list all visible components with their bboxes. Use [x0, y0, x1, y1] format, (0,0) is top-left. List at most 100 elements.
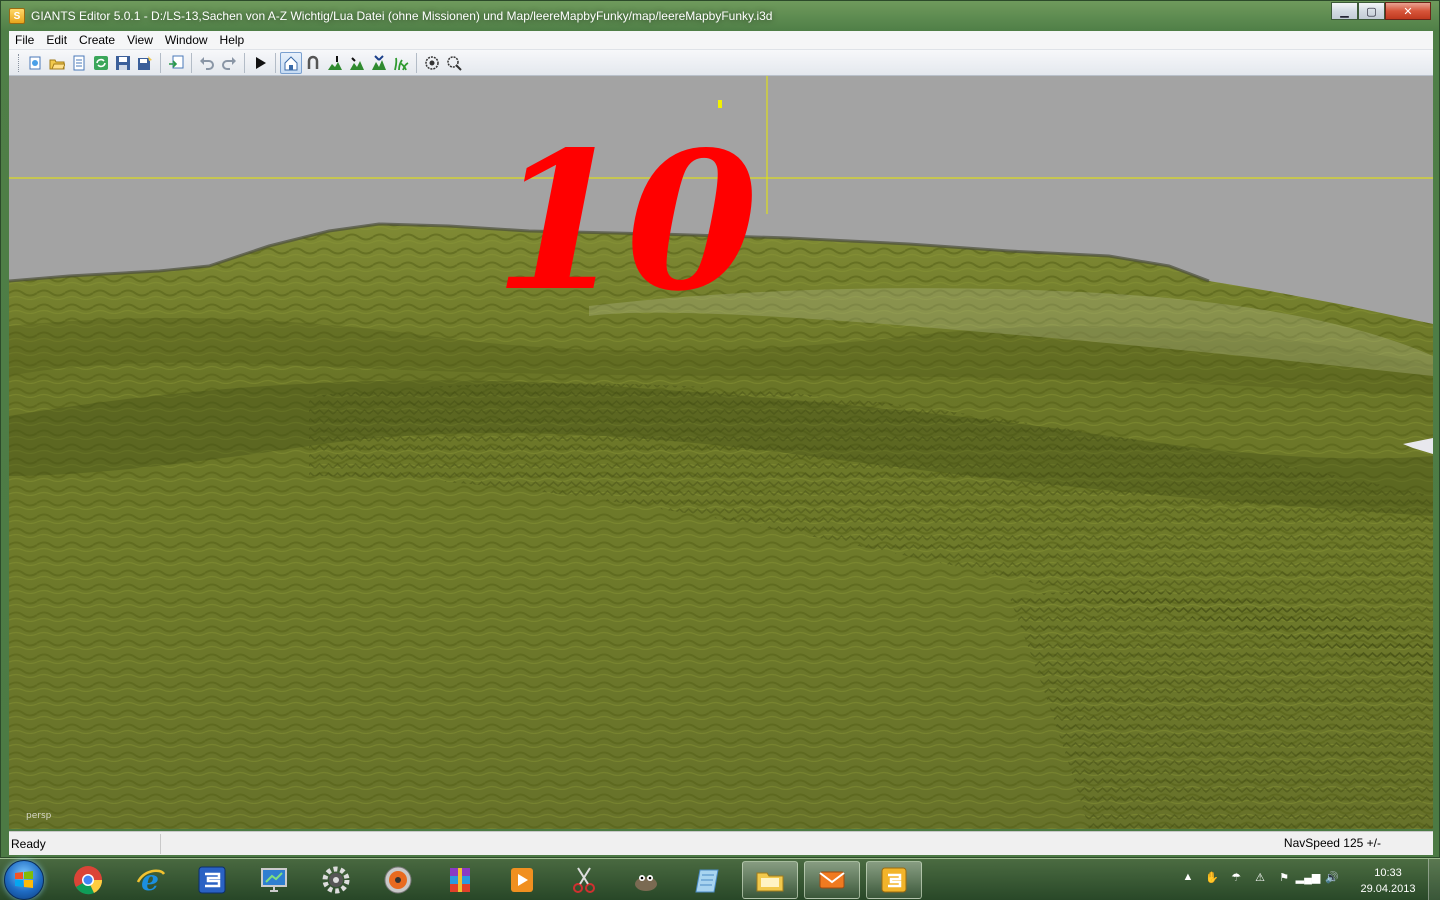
grass-paint-button[interactable]	[390, 52, 412, 74]
ie-taskbar-button[interactable]: e	[122, 861, 178, 899]
play-button[interactable]	[249, 52, 271, 74]
save-as-button[interactable]	[134, 52, 156, 74]
redo-button[interactable]	[218, 52, 240, 74]
foliage-button[interactable]	[368, 52, 390, 74]
new-scene-icon	[29, 56, 41, 69]
snipping-taskbar-button[interactable]	[556, 861, 612, 899]
undo-button[interactable]	[196, 52, 218, 74]
redo-icon	[222, 56, 236, 70]
monitor-icon	[261, 868, 287, 892]
toolbar-separator	[244, 52, 245, 73]
menu-edit[interactable]: Edit	[40, 33, 73, 47]
maximize-button[interactable]: ▢	[1358, 2, 1385, 20]
clock-date: 29.04.2013	[1360, 883, 1416, 895]
window-controls: ▁ ▢ ✕	[1331, 2, 1431, 20]
mail-taskbar-button[interactable]	[804, 861, 860, 899]
overlay-number-shadow: 10	[494, 110, 758, 333]
save-button[interactable]	[112, 52, 134, 74]
svg-text:e: e	[141, 864, 159, 896]
select-all-icon	[447, 55, 462, 71]
toolbar-separator	[275, 52, 276, 73]
reload-button[interactable]	[90, 52, 112, 74]
giants-editor-icon	[881, 867, 907, 893]
giants-editor-taskbar-button[interactable]	[866, 861, 922, 899]
menu-help[interactable]: Help	[214, 33, 251, 47]
toolbar	[9, 50, 1433, 76]
network-signal-icon[interactable]: ▂▄▆	[1296, 869, 1321, 885]
winrar-taskbar-button[interactable]	[432, 861, 488, 899]
internet-explorer-icon: e	[136, 864, 166, 896]
start-button[interactable]	[4, 860, 44, 900]
camera-label: persp	[26, 811, 52, 821]
magnet-button[interactable]	[302, 52, 324, 74]
toolbar-separator	[416, 52, 417, 73]
editor-window: S GIANTS Editor 5.0.1 - D:/LS-13,Sachen …	[0, 0, 1440, 858]
system-tray: ▲ ✋ ☂ ⚠ ⚑ ▂▄▆ 🔊	[1180, 869, 1348, 885]
nav-speed: NavSpeed 125 +/-	[1283, 836, 1381, 850]
terrain-sculpt-icon	[328, 55, 342, 70]
select-all-button[interactable]	[443, 52, 465, 74]
open-button[interactable]	[46, 52, 68, 74]
toolbar-separator	[160, 52, 161, 73]
status-ready: Ready	[9, 833, 161, 854]
clock-time: 10:33	[1374, 867, 1402, 879]
save-icon	[116, 55, 130, 70]
giants-blue-taskbar-button[interactable]	[184, 861, 240, 899]
menu-view[interactable]: View	[121, 33, 159, 47]
minimize-button[interactable]: ▁	[1331, 2, 1358, 20]
terrain-sculpt-button[interactable]	[324, 52, 346, 74]
mail-icon	[819, 871, 845, 889]
terrain-paint-button[interactable]	[346, 52, 368, 74]
notepad-taskbar-button[interactable]	[680, 861, 736, 899]
monitor-taskbar-button[interactable]	[246, 861, 302, 899]
title-bar[interactable]: S GIANTS Editor 5.0.1 - D:/LS-13,Sachen …	[1, 1, 1439, 31]
settings-taskbar-button[interactable]	[308, 861, 364, 899]
tray-antivirus-icon[interactable]: ☂	[1228, 869, 1244, 885]
giants-blue-icon	[198, 866, 226, 894]
show-hidden-icons-button[interactable]: ▲	[1180, 869, 1196, 885]
menu-file[interactable]: File	[9, 33, 40, 47]
play-icon	[256, 56, 266, 69]
undo-icon	[200, 56, 214, 70]
import-icon	[169, 55, 184, 68]
disc-taskbar-button[interactable]	[370, 861, 426, 899]
terrain-paint-icon	[350, 56, 364, 70]
gizmo-marker[interactable]	[718, 100, 722, 108]
toolbar-separator	[191, 52, 192, 73]
windows-logo-icon	[15, 871, 33, 888]
chrome-taskbar-button[interactable]	[60, 861, 116, 899]
selection-mode-icon	[425, 55, 439, 70]
tray-hand-icon[interactable]: ✋	[1204, 869, 1220, 885]
show-desktop-button[interactable]	[1428, 859, 1440, 900]
terrain-scene[interactable]: 10	[9, 76, 1433, 829]
explorer-taskbar-button[interactable]	[742, 861, 798, 899]
menu-window[interactable]: Window	[159, 33, 214, 47]
tray-acrobat-icon[interactable]: ⚠	[1252, 869, 1268, 885]
status-bar: Ready NavSpeed 125 +/-	[9, 831, 1433, 855]
camera-home-button[interactable]	[280, 51, 302, 74]
menu-bar: File Edit Create View Window Help	[9, 31, 1433, 50]
toolbar-grip[interactable]	[18, 53, 21, 72]
new-scene-button[interactable]	[24, 52, 46, 74]
taskbar: e ▲ ✋ ☂ ⚠ ⚑ ▂▄▆ 🔊 10:33 29.04.2013	[0, 858, 1440, 900]
gimp-taskbar-button[interactable]	[618, 861, 674, 899]
close-button[interactable]: ✕	[1385, 2, 1431, 20]
grass-paint-icon	[394, 57, 409, 70]
open-icon	[49, 59, 65, 69]
reload-icon	[94, 55, 108, 70]
media-player-icon	[511, 868, 533, 892]
action-center-flag-icon[interactable]: ⚑	[1276, 869, 1292, 885]
menu-create[interactable]: Create	[73, 33, 121, 47]
3d-viewport[interactable]: 10 persp	[9, 76, 1433, 829]
media-taskbar-button[interactable]	[494, 861, 550, 899]
camera-home-icon	[284, 55, 298, 70]
winrar-icon	[450, 868, 470, 892]
giants-app-icon[interactable]: S	[9, 8, 25, 24]
properties-button[interactable]	[68, 52, 90, 74]
save-as-icon	[138, 55, 152, 70]
system-clock[interactable]: 10:33 29.04.2013	[1352, 865, 1424, 897]
selection-mode-button[interactable]	[421, 52, 443, 74]
volume-icon[interactable]: 🔊	[1324, 869, 1340, 885]
import-button[interactable]	[165, 52, 187, 74]
gimp-icon	[635, 875, 657, 891]
